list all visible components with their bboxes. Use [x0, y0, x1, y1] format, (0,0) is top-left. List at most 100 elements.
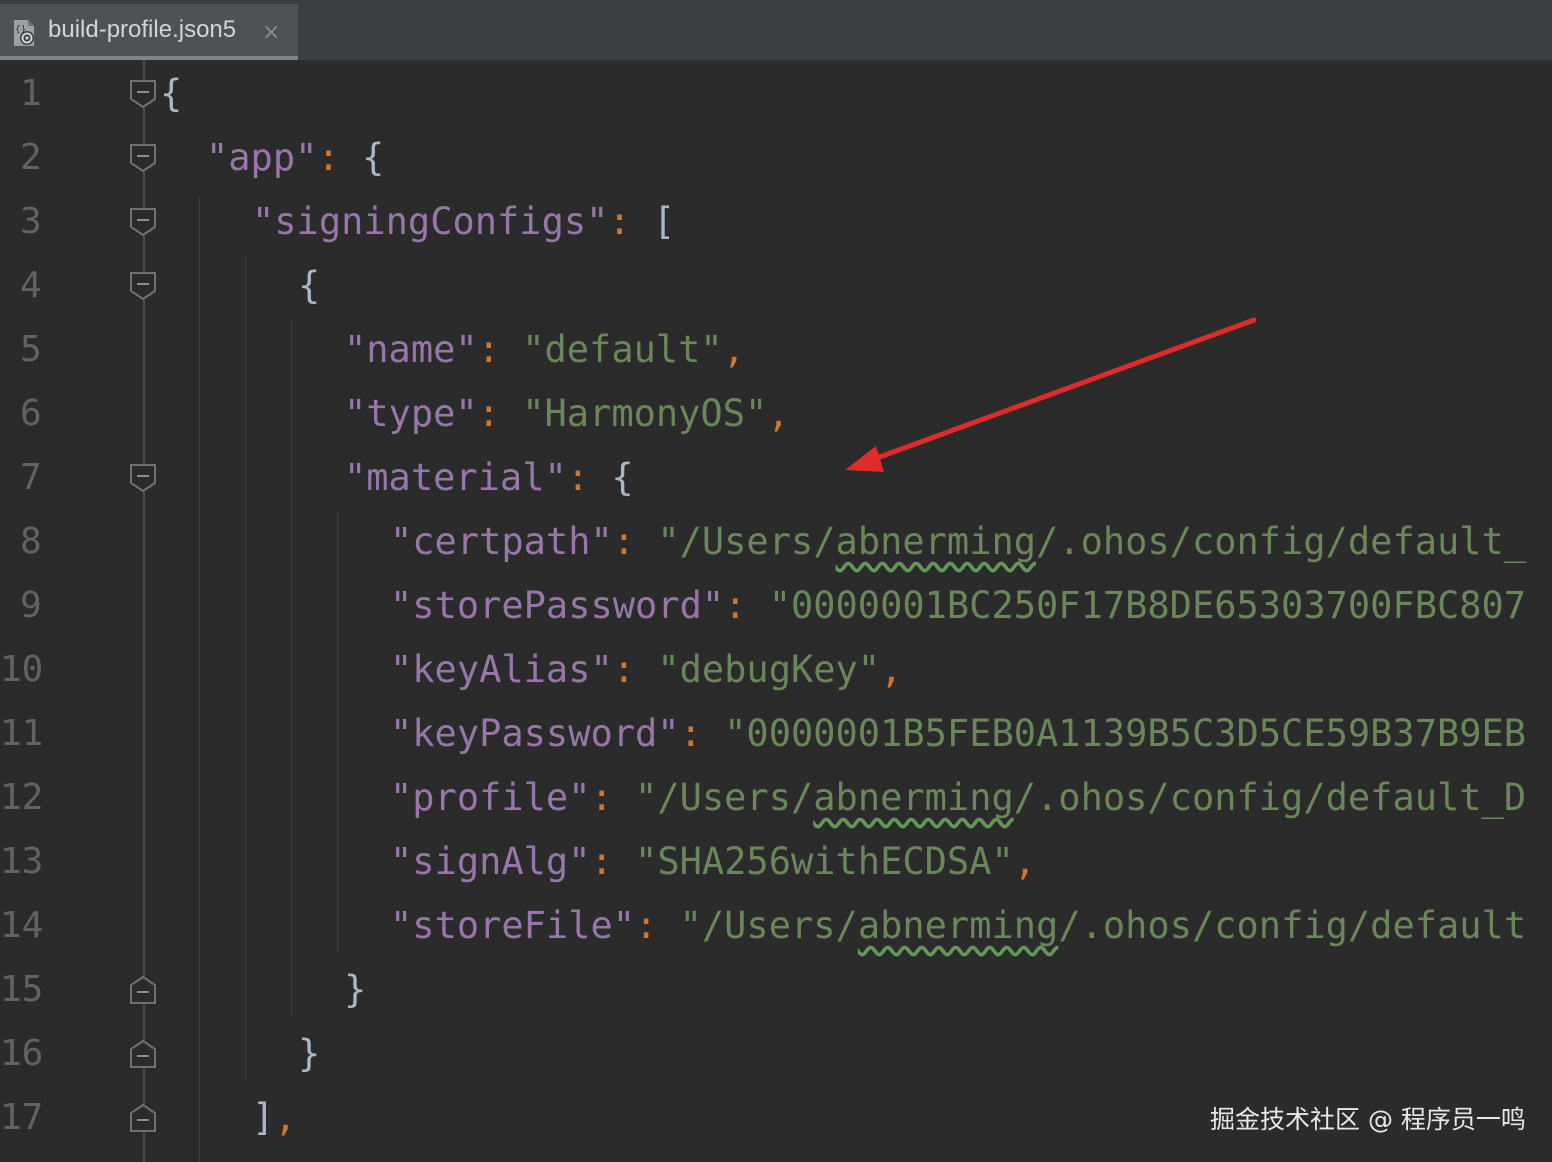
code-line: 14 "storeFile": "/Users/abnerming/.ohos/…	[0, 894, 1552, 958]
line-number: 7	[20, 457, 42, 498]
close-icon[interactable]: ×	[262, 20, 280, 45]
brace: {	[361, 136, 385, 179]
json-key: "storePassword"	[390, 584, 725, 627]
json-string: "HarmonyOS"	[522, 392, 768, 435]
colon: :	[612, 520, 636, 563]
json-key: "keyPassword"	[390, 712, 680, 755]
json-key: "profile"	[390, 776, 591, 819]
code-line: 13 "signAlg": "SHA256withECDSA",	[0, 830, 1552, 894]
colon: :	[612, 648, 636, 691]
line-number: 16	[0, 1033, 44, 1074]
code-line: 8 "certpath": "/Users/abnerming/.ohos/co…	[0, 510, 1552, 574]
colon: :	[590, 776, 613, 819]
brace: }	[344, 968, 367, 1011]
json-string: "default"	[522, 328, 723, 371]
colon: :	[679, 712, 702, 755]
editor-tab-bar: {} build-profile.json5 ×	[0, 0, 1552, 61]
json-string: "0000001B5FEB0A1139B5C3D5CE59B37B9EB	[724, 712, 1527, 755]
line-number: 6	[20, 393, 42, 434]
code-line: 15 }	[0, 958, 1552, 1022]
colon: :	[477, 328, 500, 371]
colon: :	[317, 136, 340, 179]
line-number: 15	[0, 969, 44, 1010]
code-line: 10 "keyAlias": "debugKey",	[0, 638, 1552, 702]
tab-title: build-profile.json5	[48, 16, 237, 43]
line-number: 1	[20, 73, 42, 114]
json-string: "debugKey"	[657, 648, 881, 691]
json-key: "material"	[344, 456, 567, 499]
json-string: "/Users/	[635, 776, 814, 819]
colon: :	[590, 840, 613, 883]
line-number: 4	[20, 265, 42, 306]
json-string: "SHA256withECDSA"	[635, 840, 1014, 883]
line-number: 2	[20, 137, 42, 178]
colon: :	[635, 904, 658, 947]
fold-open-icon[interactable]	[130, 464, 156, 492]
json-settings-icon: {}	[14, 20, 34, 46]
comma: ,	[274, 1096, 297, 1139]
fold-open-icon[interactable]	[130, 208, 156, 236]
line-number: 13	[0, 841, 44, 882]
svg-text:{}: {}	[15, 25, 26, 35]
colon: :	[608, 200, 631, 243]
json-key: "certpath"	[390, 520, 613, 563]
line-number: 14	[0, 905, 44, 946]
json-key: "app"	[206, 136, 318, 179]
line-number: 17	[0, 1097, 44, 1138]
spellcheck-word: abnerming	[835, 520, 1037, 563]
watermark: 掘金技术社区 @ 程序员一鸣	[1210, 1105, 1526, 1134]
code-line: 12 "profile": "/Users/abnerming/.ohos/co…	[0, 766, 1552, 830]
json-key: "type"	[344, 392, 478, 435]
json-key: "signAlg"	[390, 840, 591, 883]
line-number: 3	[20, 201, 42, 242]
spellcheck-word: abnerming	[857, 904, 1059, 947]
brace: }	[298, 1032, 321, 1075]
json-string: /.ohos/config/default	[1058, 904, 1527, 947]
code-line: 6 "type": "HarmonyOS",	[0, 382, 1552, 446]
json-string: "/Users/	[657, 520, 836, 563]
json-string: "/Users/	[679, 904, 858, 947]
brace: {	[611, 456, 634, 499]
code-line: 1 {	[0, 62, 1552, 126]
comma: ,	[1013, 840, 1037, 883]
json-key: "name"	[344, 328, 478, 371]
json-key: "keyAlias"	[390, 648, 613, 691]
code-editor[interactable]: 1 { 2 "app": { 3 "signingConfigs": [ 4 {…	[0, 60, 1552, 1162]
bracket: [	[652, 200, 676, 243]
code-line: 7 "material": {	[0, 446, 1552, 510]
fold-close-icon[interactable]	[130, 1040, 156, 1068]
brace: {	[298, 264, 321, 307]
comma: ,	[722, 328, 745, 371]
line-number: 10	[0, 649, 44, 690]
fold-close-icon[interactable]	[130, 1104, 156, 1132]
line-number: 5	[20, 329, 42, 370]
line-number: 9	[20, 585, 42, 626]
colon: :	[566, 456, 590, 499]
json-string: "0000001BC250F17B8DE65303700FBC807	[768, 584, 1527, 627]
line-number: 12	[0, 777, 44, 818]
code-line: 11 "keyPassword": "0000001B5FEB0A1139B5C…	[0, 702, 1552, 766]
fold-open-icon[interactable]	[130, 144, 156, 172]
comma: ,	[880, 648, 903, 691]
colon: :	[477, 392, 500, 435]
brace: {	[160, 72, 183, 115]
tab-build-profile[interactable]: {} build-profile.json5 ×	[0, 4, 298, 60]
json-key: "signingConfigs"	[252, 200, 609, 243]
code-line: 3 "signingConfigs": [	[0, 190, 1552, 254]
json-key: "storeFile"	[390, 904, 636, 947]
code-line: 5 "name": "default",	[0, 318, 1552, 382]
fold-open-icon[interactable]	[130, 80, 156, 108]
fold-open-icon[interactable]	[130, 272, 156, 300]
json-string: /.ohos/config/default_D	[1013, 776, 1527, 819]
comma: ,	[767, 392, 790, 435]
json-string: /.ohos/config/default_	[1036, 520, 1527, 563]
fold-close-icon[interactable]	[130, 976, 156, 1004]
spellcheck-word: abnerming	[813, 776, 1014, 819]
code-line: 2 "app": {	[0, 126, 1552, 190]
code-line: 16 }	[0, 1022, 1552, 1086]
code-line: 4 {	[0, 254, 1552, 318]
line-number: 11	[0, 713, 44, 754]
colon: :	[724, 584, 747, 627]
line-number: 8	[20, 521, 42, 562]
code-line: 9 "storePassword": "0000001BC250F17B8DE6…	[0, 574, 1552, 638]
